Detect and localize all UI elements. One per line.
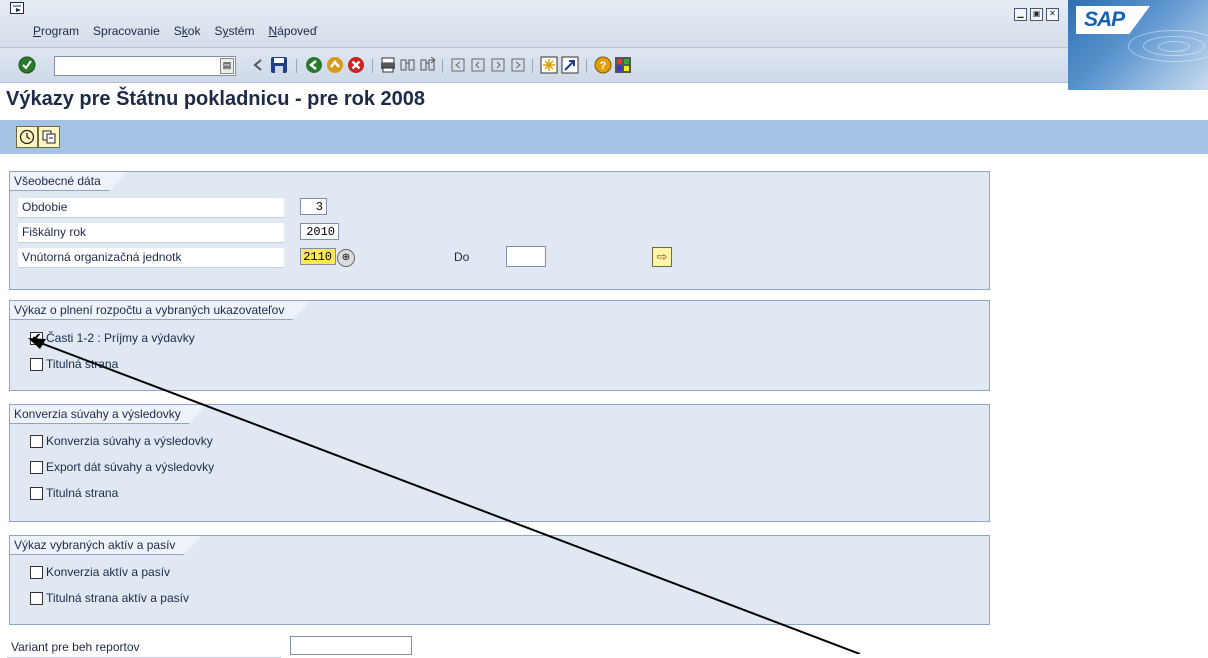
annotation-arrow	[28, 338, 861, 654]
